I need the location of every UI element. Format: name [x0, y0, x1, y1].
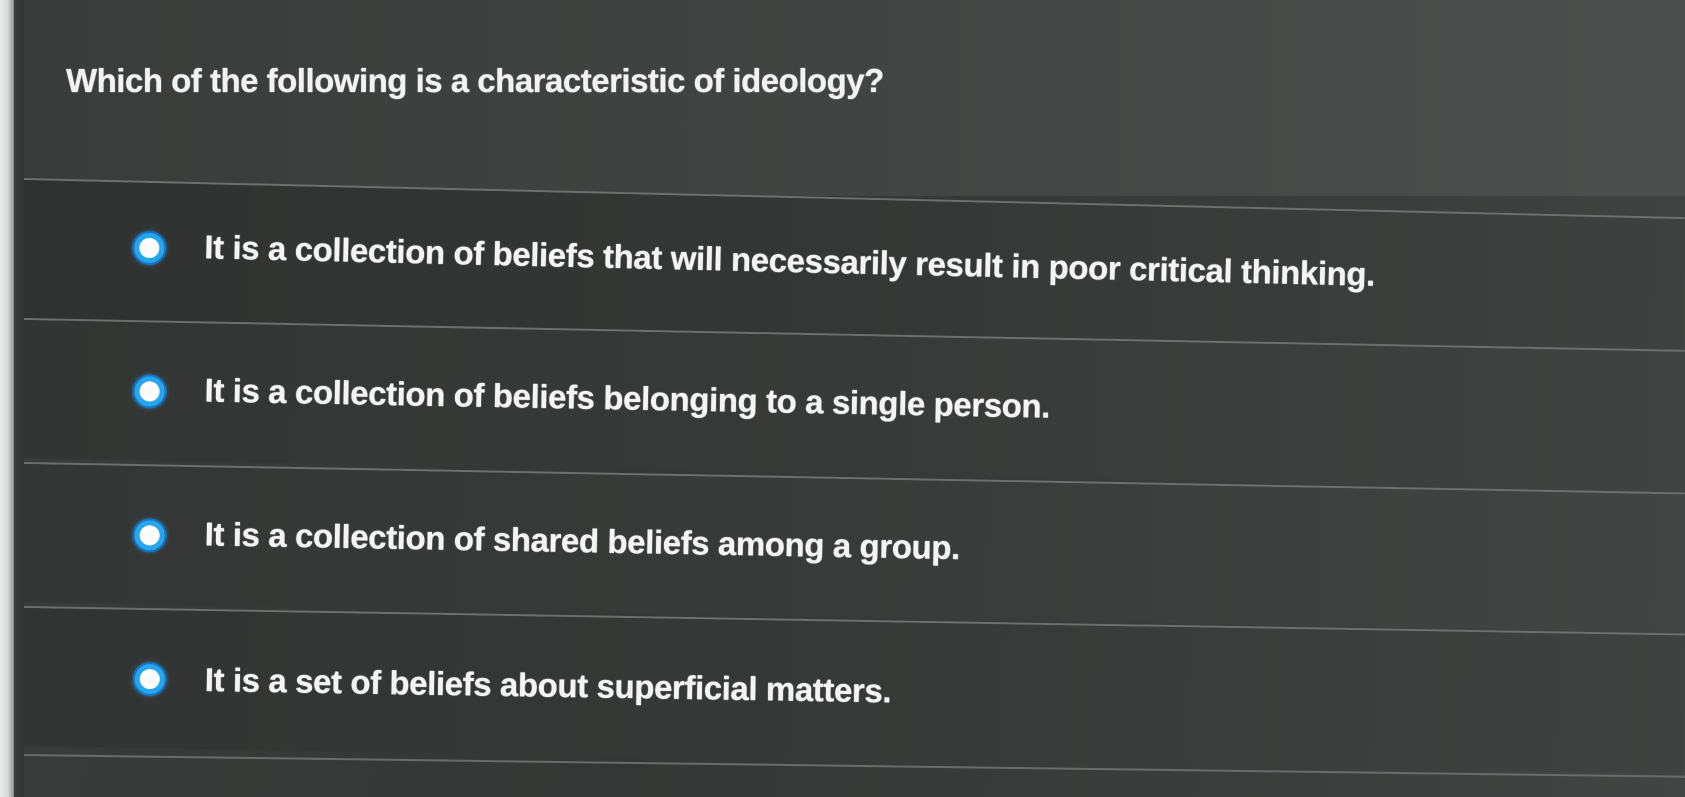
radio-dot — [144, 530, 155, 541]
answer-option-3[interactable]: It is a collection of shared beliefs amo… — [24, 462, 1685, 633]
answer-option-4[interactable]: It is a set of beliefs about superficial… — [24, 606, 1685, 774]
monitor-bezel — [0, 0, 14, 797]
radio-dot — [144, 674, 155, 685]
radio-dot — [144, 386, 155, 397]
question-text: Which of the following is a characterist… — [66, 62, 884, 99]
radio-dot — [144, 242, 155, 254]
quiz-screen: Which of the following is a characterist… — [24, 0, 1685, 797]
question-header: Which of the following is a characterist… — [24, 0, 1685, 196]
